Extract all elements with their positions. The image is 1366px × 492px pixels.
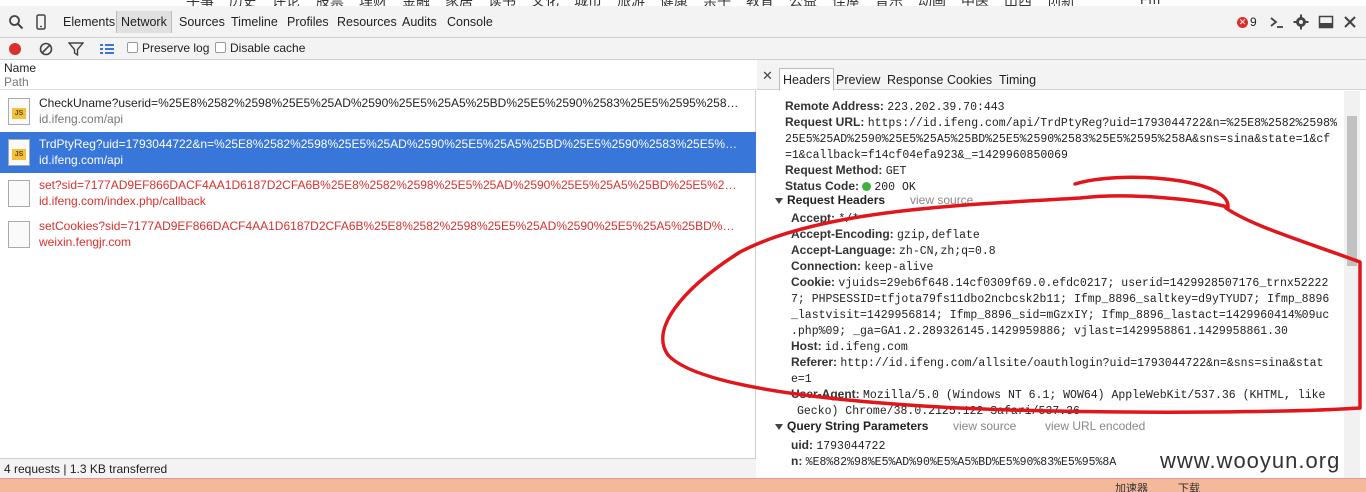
record-icon[interactable] — [7, 41, 23, 57]
tab-network[interactable]: Network — [116, 11, 172, 33]
table-row[interactable]: setCookies?sid=7177AD9EF866DACF4AA1D6187… — [0, 214, 756, 255]
tab-response[interactable]: Response — [887, 73, 943, 87]
close-icon[interactable] — [1342, 14, 1358, 30]
error-count[interactable]: 9 — [1250, 15, 1257, 29]
scroll-thumb[interactable] — [1347, 116, 1357, 266]
headers-panel: Remote Address: 223.202.39.70:443 Reques… — [757, 91, 1345, 478]
error-icon[interactable]: ✕ — [1237, 17, 1248, 28]
network-summary: 4 requests | 1.3 KB transferred — [0, 458, 756, 478]
tab-timing[interactable]: Timing — [999, 73, 1036, 87]
query-string-section[interactable]: Query String Parameters — [775, 419, 928, 433]
request-name: set?sid=7177AD9EF866DACF4AA1D6187D2CFA6B… — [39, 178, 739, 192]
js-file-icon: JS — [8, 98, 30, 125]
download-label[interactable]: 下载 — [1178, 480, 1200, 492]
tab-audits[interactable]: Audits — [400, 15, 439, 29]
request-name: TrdPtyReg?uid=1793044722&n=%25E8%2582%25… — [39, 137, 739, 151]
tab-elements[interactable]: Elements — [61, 15, 117, 29]
request-path: id.ifeng.com/api — [39, 112, 124, 126]
document-file-icon — [8, 180, 30, 207]
preserve-log-label[interactable]: Preserve log — [142, 41, 209, 55]
request-list: Name Path JS CheckUname?userid=%25E8%258… — [0, 60, 756, 458]
tab-timeline[interactable]: Timeline — [229, 15, 280, 29]
table-row[interactable]: JS CheckUname?userid=%25E8%2582%2598%25E… — [0, 91, 756, 132]
clear-icon[interactable] — [38, 41, 54, 57]
table-row[interactable]: set?sid=7177AD9EF866DACF4AA1D6187D2CFA6B… — [0, 173, 756, 214]
preserve-log-checkbox[interactable] — [127, 42, 138, 53]
view-source-link[interactable]: view source — [910, 193, 973, 207]
detail-tabbar: ✕ Headers Preview Response Cookies Timin… — [757, 60, 1366, 91]
disable-cache-checkbox[interactable] — [215, 42, 226, 53]
tab-headers[interactable]: Headers — [779, 68, 835, 91]
browser-status-strip: 加速器 下载 — [0, 478, 1366, 492]
request-details: ✕ Headers Preview Response Cookies Timin… — [757, 60, 1366, 478]
tab-resources[interactable]: Resources — [335, 15, 399, 29]
document-file-icon — [8, 221, 30, 248]
view-source-link[interactable]: view source — [953, 419, 1016, 433]
search-icon[interactable] — [8, 14, 24, 30]
request-headers-section[interactable]: Request Headers — [775, 193, 885, 207]
header-user-agent-cont: Gecko) Chrome/38.0.2125.122 Safari/537.3… — [797, 405, 1080, 418]
request-path: id.ifeng.com/index.php/callback — [39, 194, 206, 208]
request-name: setCookies?sid=7177AD9EF866DACF4AA1D6187… — [39, 219, 739, 233]
accelerator-label[interactable]: 加速器 — [1115, 480, 1148, 492]
list-view-icon[interactable] — [99, 41, 115, 57]
request-path: weixin.fengjr.com — [39, 235, 132, 249]
tab-preview[interactable]: Preview — [836, 73, 880, 87]
dock-icon[interactable] — [1318, 14, 1334, 30]
js-file-icon: JS — [8, 139, 30, 166]
disable-cache-label[interactable]: Disable cache — [230, 41, 305, 55]
close-icon[interactable]: ✕ — [762, 68, 773, 84]
details-scrollbar[interactable] — [1344, 91, 1360, 478]
tab-console[interactable]: Console — [445, 15, 495, 29]
watermark: www.wooyun.org — [1160, 448, 1341, 473]
tab-sources[interactable]: Sources — [177, 15, 227, 29]
devtools-tabbar: Elements Network Sources Timeline Profil… — [0, 6, 1366, 38]
tab-cookies[interactable]: Cookies — [947, 73, 992, 87]
request-path: id.ifeng.com/api — [39, 153, 124, 167]
gear-icon[interactable] — [1293, 14, 1309, 30]
view-url-encoded-link[interactable]: view URL encoded — [1045, 419, 1145, 433]
column-name[interactable]: Name — [4, 61, 36, 75]
request-name: CheckUname?userid=%25E8%2582%2598%25E5%2… — [39, 96, 739, 110]
table-row[interactable]: JS TrdPtyReg?uid=1793044722&n=%25E8%2582… — [0, 132, 756, 173]
column-path[interactable]: Path — [4, 75, 29, 89]
filter-icon[interactable] — [68, 41, 84, 57]
status-ok-icon — [862, 182, 872, 191]
list-header[interactable]: Name Path — [0, 60, 756, 90]
device-mode-icon[interactable] — [33, 14, 49, 30]
console-drawer-icon[interactable] — [1269, 14, 1285, 30]
network-toolbar: Preserve log Disable cache — [0, 38, 1366, 60]
tab-profiles[interactable]: Profiles — [285, 15, 331, 29]
